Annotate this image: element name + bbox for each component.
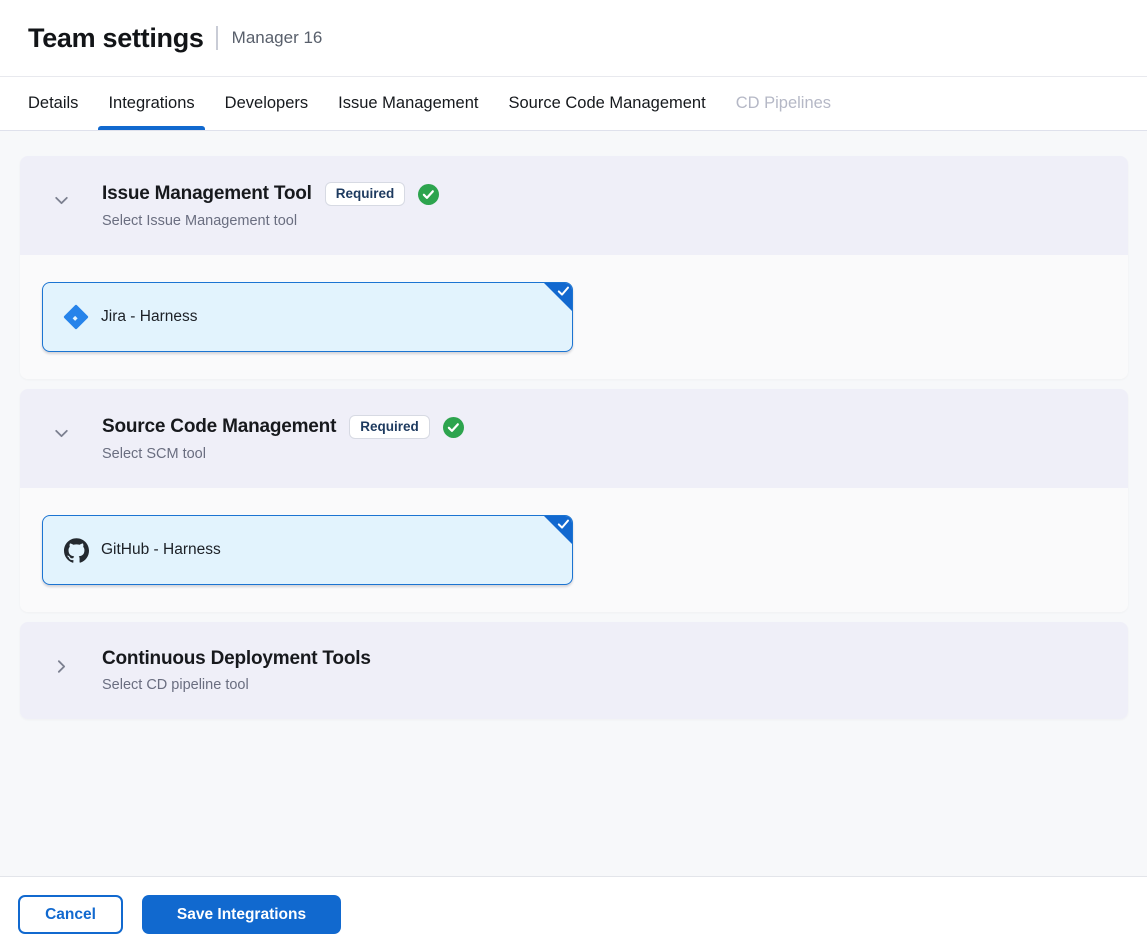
page-subtitle: Manager 16 (232, 28, 323, 48)
section-scm-header: Source Code Management Required Select S… (20, 389, 1128, 488)
tool-card-label: Jira - Harness (101, 308, 197, 326)
tab-integrations[interactable]: Integrations (108, 77, 194, 130)
section-cd-header: Continuous Deployment Tools Select CD pi… (20, 622, 1128, 719)
tab-details[interactable]: Details (28, 77, 78, 130)
tab-developers[interactable]: Developers (225, 77, 308, 130)
github-icon (63, 537, 89, 563)
check-circle-icon (443, 417, 464, 438)
corner-check-icon (543, 515, 573, 545)
page-header: Team settings Manager 16 (0, 0, 1147, 77)
tool-card-jira-harness[interactable]: Jira - Harness (42, 282, 573, 352)
tab-cd-pipelines: CD Pipelines (736, 77, 831, 130)
page-footer: Cancel Save Integrations (0, 876, 1147, 952)
corner-check-icon (543, 282, 573, 312)
check-circle-icon (418, 184, 439, 205)
chevron-right-icon (53, 658, 70, 680)
title-divider (216, 26, 218, 50)
section-title: Continuous Deployment Tools (102, 648, 371, 670)
required-badge: Required (349, 415, 430, 439)
section-issue-management-header: Issue Management Tool Required Select Is… (20, 156, 1128, 255)
section-subtitle: Select SCM tool (102, 446, 464, 462)
section-subtitle: Select CD pipeline tool (102, 677, 371, 693)
tabs-bar: Details Integrations Developers Issue Ma… (0, 77, 1147, 131)
integrations-panel: Issue Management Tool Required Select Is… (0, 131, 1147, 876)
chevron-down-icon (53, 425, 70, 447)
required-badge: Required (325, 182, 406, 206)
save-integrations-button[interactable]: Save Integrations (142, 895, 341, 934)
tool-card-github-harness[interactable]: GitHub - Harness (42, 515, 573, 585)
cancel-button[interactable]: Cancel (18, 895, 123, 934)
section-title: Issue Management Tool (102, 183, 312, 205)
collapse-toggle[interactable] (48, 423, 74, 449)
section-subtitle: Select Issue Management tool (102, 213, 439, 229)
collapse-toggle[interactable] (48, 190, 74, 216)
tool-card-label: GitHub - Harness (101, 541, 221, 559)
jira-icon (63, 304, 89, 330)
section-title: Source Code Management (102, 416, 336, 438)
tab-issue-management[interactable]: Issue Management (338, 77, 478, 130)
tab-source-code-management[interactable]: Source Code Management (508, 77, 705, 130)
section-continuous-deployment-tools: Continuous Deployment Tools Select CD pi… (20, 622, 1128, 719)
chevron-down-icon (53, 192, 70, 214)
section-source-code-management: Source Code Management Required Select S… (20, 389, 1128, 612)
section-issue-management-tool: Issue Management Tool Required Select Is… (20, 156, 1128, 379)
page-title: Team settings (28, 23, 204, 54)
expand-toggle[interactable] (48, 656, 74, 682)
section-issue-management-body: Jira - Harness (20, 255, 1128, 379)
section-scm-body: GitHub - Harness (20, 488, 1128, 612)
